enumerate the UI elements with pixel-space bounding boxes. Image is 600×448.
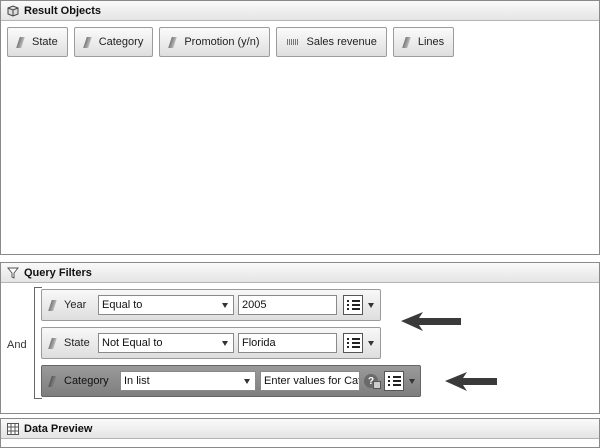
prompt-icon[interactable]: ? — [364, 374, 381, 389]
chevron-down-icon[interactable] — [368, 302, 374, 308]
operator-value: Not Equal to — [102, 337, 163, 349]
operator-select[interactable]: Equal to — [98, 295, 234, 315]
result-object-lines[interactable]: Lines — [392, 27, 455, 57]
filter-object-label: Year — [64, 299, 87, 311]
dimension-icon — [48, 375, 57, 387]
dimension-icon — [16, 36, 25, 48]
result-object-label: Sales revenue — [306, 36, 377, 48]
arrow-left-icon — [401, 312, 461, 331]
cube-icon — [7, 4, 19, 17]
result-object-promotion[interactable]: Promotion (y/n) — [159, 27, 270, 57]
chevron-down-icon — [222, 341, 228, 346]
chevron-down-icon[interactable] — [368, 340, 374, 346]
operator-value: Equal to — [102, 299, 143, 311]
result-objects-header: Result Objects — [1, 1, 599, 21]
data-preview-panel: Data Preview — [0, 418, 600, 448]
query-filters-panel: Query Filters And Year Equal to 2005 Sta… — [0, 262, 600, 414]
query-filters-title: Query Filters — [24, 266, 92, 279]
result-objects-list: State Category Promotion (y/n) Sales rev… — [1, 21, 599, 57]
operator-value: In list — [124, 375, 150, 387]
result-object-label: Lines — [417, 36, 445, 48]
dimension-icon — [168, 36, 178, 48]
operator-select[interactable]: In list — [120, 371, 256, 391]
filter-object-label: State — [64, 337, 90, 349]
result-object-state[interactable]: State — [7, 27, 68, 57]
value-list-button[interactable] — [343, 333, 363, 353]
result-object-label: Category — [98, 36, 144, 48]
dimension-icon — [82, 36, 92, 48]
filter-object-label: Category — [64, 375, 109, 387]
measure-icon — [286, 39, 299, 45]
funnel-icon — [6, 267, 20, 279]
result-object-category[interactable]: Category — [73, 27, 154, 57]
result-objects-title: Result Objects — [24, 4, 102, 17]
arrow-left-icon — [445, 372, 497, 391]
query-filters-header: Query Filters — [1, 263, 599, 283]
data-preview-title: Data Preview — [24, 422, 93, 435]
chevron-down-icon[interactable] — [409, 378, 415, 384]
filter-row-year[interactable]: Year Equal to 2005 — [41, 289, 381, 321]
filter-row-category[interactable]: Category In list Enter values for Cat ? — [41, 365, 421, 397]
filter-value-input[interactable]: Florida — [238, 333, 337, 353]
value-list-button[interactable] — [384, 371, 404, 391]
dimension-icon — [48, 337, 57, 349]
dimension-icon — [402, 36, 411, 48]
result-object-label: Promotion (y/n) — [184, 36, 260, 48]
grid-icon — [7, 422, 19, 435]
chevron-down-icon — [222, 303, 228, 308]
result-object-sales-revenue[interactable]: Sales revenue — [275, 27, 387, 57]
filter-row-state[interactable]: State Not Equal to Florida — [41, 327, 381, 359]
filter-value-input[interactable]: Enter values for Cat — [260, 371, 360, 391]
chevron-down-icon — [244, 379, 250, 384]
result-object-label: State — [32, 36, 58, 48]
data-preview-header[interactable]: Data Preview — [1, 419, 599, 439]
value-list-button[interactable] — [343, 295, 363, 315]
dimension-icon — [48, 299, 57, 311]
filter-value-input[interactable]: 2005 — [238, 295, 337, 315]
result-objects-panel: Result Objects State Category Promotion … — [0, 0, 600, 255]
and-operator-label[interactable]: And — [7, 339, 27, 351]
operator-select[interactable]: Not Equal to — [98, 333, 234, 353]
